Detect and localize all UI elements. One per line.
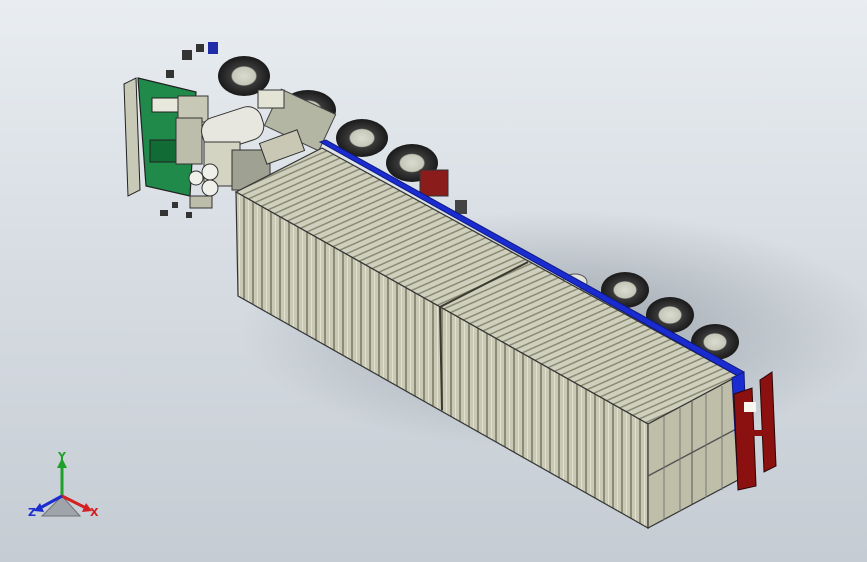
z-axis-label: Z — [28, 506, 36, 519]
orientation-triad: Y X Z — [28, 450, 99, 519]
model-canvas[interactable]: Y X Z — [0, 0, 867, 562]
x-axis-label: X — [90, 506, 99, 519]
cad-viewport[interactable]: Y X Z — [0, 0, 867, 562]
shipping-containers — [234, 139, 749, 530]
y-axis-label: Y — [57, 450, 67, 463]
